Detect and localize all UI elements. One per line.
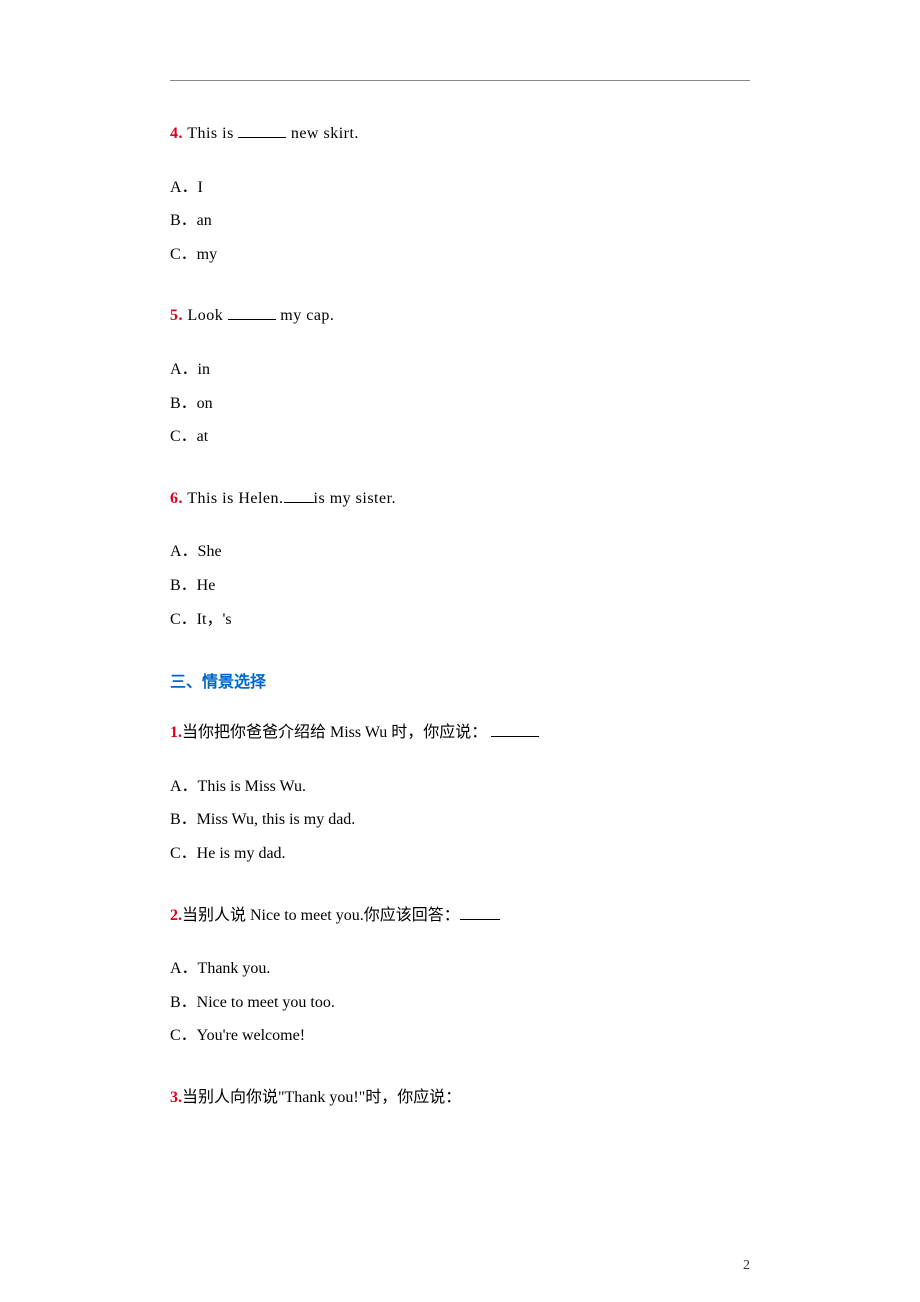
question-stem: 3.当别人向你说"Thank you!"时，你应说： [170, 1085, 750, 1111]
blank-line [238, 122, 286, 138]
options-list: A．This is Miss Wu. B．Miss Wu, this is my… [170, 770, 750, 871]
question-5: 5. Look my cap. A．in B．on C．at [170, 303, 750, 453]
question-stem: 5. Look my cap. [170, 303, 750, 329]
blank-line [491, 721, 539, 737]
stem-suffix: my cap. [276, 307, 335, 324]
question-s3-2: 2.当别人说 Nice to meet you.你应该回答： A．Thank y… [170, 903, 750, 1053]
question-6: 6. This is Helen. is my sister. A．She B．H… [170, 486, 750, 636]
question-s3-1: 1.当你把你爸爸介绍给 Miss Wu 时，你应说： A．This is Mis… [170, 720, 750, 870]
option-c: C．at [170, 420, 750, 454]
question-number: 5. [170, 307, 183, 324]
question-stem: 2.当别人说 Nice to meet you.你应该回答： [170, 903, 750, 929]
blank-line [460, 904, 500, 920]
option-b: B．an [170, 204, 750, 238]
option-a: A．in [170, 353, 750, 387]
top-divider [170, 80, 750, 81]
blank-line [284, 487, 314, 503]
stem-prefix: This is [183, 125, 238, 142]
options-list: A．I B．an C．my [170, 171, 750, 272]
option-c: C．He is my dad. [170, 837, 750, 871]
question-number: 6. [170, 490, 183, 507]
page-number: 2 [743, 1258, 750, 1274]
option-c: C．You're welcome! [170, 1019, 750, 1053]
question-number: 4. [170, 125, 183, 142]
question-stem: 4. This is new skirt. [170, 121, 750, 147]
question-stem: 1.当你把你爸爸介绍给 Miss Wu 时，你应说： [170, 720, 750, 746]
options-list: A．in B．on C．at [170, 353, 750, 454]
question-stem: 6. This is Helen. is my sister. [170, 486, 750, 512]
question-number: 1. [170, 724, 182, 741]
stem-prefix: Look [183, 307, 228, 324]
option-a: A．This is Miss Wu. [170, 770, 750, 804]
stem-prefix: This is Helen. [183, 490, 284, 507]
option-a: A．Thank you. [170, 952, 750, 986]
option-b: B．on [170, 387, 750, 421]
options-list: A．She B．He C．It，'s [170, 535, 750, 636]
options-list: A．Thank you. B．Nice to meet you too. C．Y… [170, 952, 750, 1053]
question-number: 2. [170, 907, 182, 924]
option-b: B．Nice to meet you too. [170, 986, 750, 1020]
blank-line [228, 304, 276, 320]
question-s3-3: 3.当别人向你说"Thank you!"时，你应说： [170, 1085, 750, 1111]
stem-suffix: is my sister. [314, 490, 397, 507]
stem-prefix: 当别人向你说"Thank you!"时，你应说： [182, 1089, 461, 1106]
stem-suffix: new skirt. [286, 125, 359, 142]
stem-prefix: 当你把你爸爸介绍给 Miss Wu 时，你应说： [182, 724, 491, 741]
option-c: C．my [170, 238, 750, 272]
page-content: 4. This is new skirt. A．I B．an C．my 5. L… [0, 0, 920, 1182]
question-number: 3. [170, 1089, 182, 1106]
option-b: B．Miss Wu, this is my dad. [170, 803, 750, 837]
option-c: C．It，'s [170, 603, 750, 637]
stem-prefix: 当别人说 Nice to meet you.你应该回答： [182, 907, 460, 924]
option-a: A．She [170, 535, 750, 569]
option-b: B．He [170, 569, 750, 603]
question-4: 4. This is new skirt. A．I B．an C．my [170, 121, 750, 271]
option-a: A．I [170, 171, 750, 205]
section-3-title: 三、情景选择 [170, 668, 750, 692]
